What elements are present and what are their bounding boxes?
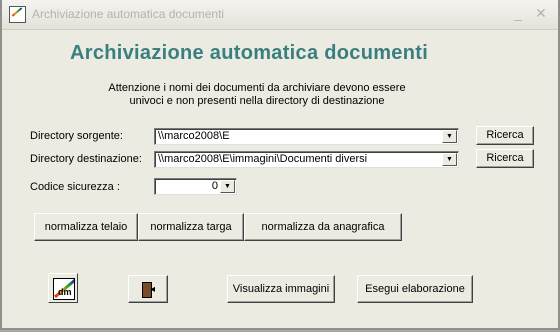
security-code-combo[interactable]: 0 ▼ bbox=[154, 178, 237, 195]
exit-button[interactable]: ◂ bbox=[128, 275, 168, 303]
security-code-label: Codice sicurezza : bbox=[30, 181, 120, 193]
search-source-button[interactable]: Ricerca bbox=[476, 126, 534, 145]
normalize-registry-label: normalizza da anagrafica bbox=[261, 221, 385, 233]
minimize-button[interactable]: _ bbox=[514, 5, 522, 21]
app-icon bbox=[9, 6, 26, 23]
close-button[interactable]: ✕ bbox=[535, 5, 547, 21]
search-source-label: Ricerca bbox=[486, 129, 524, 141]
destination-directory-combo[interactable]: \\marco2008\E\immagini\Documenti diversi… bbox=[154, 151, 459, 168]
run-processing-button[interactable]: Esegui elaborazione bbox=[357, 275, 473, 303]
search-destination-button[interactable]: Ricerca bbox=[476, 149, 534, 168]
dm-logo-icon: dm bbox=[53, 278, 75, 300]
source-directory-value: \\marco2008\E bbox=[158, 130, 230, 142]
normalize-plate-label: normalizza targa bbox=[150, 221, 232, 233]
normalize-frame-label: normalizza telaio bbox=[44, 221, 128, 233]
dm-logo-text: dm bbox=[58, 287, 72, 297]
notice-line-2: univoci e non presenti nella directory d… bbox=[129, 95, 385, 107]
page-title: Archiviazione automatica documenti bbox=[70, 42, 429, 64]
exit-door-icon: ◂ bbox=[142, 282, 156, 298]
notice-line-1: Attenzione i nomi dei documenti da archi… bbox=[108, 82, 406, 94]
view-images-button[interactable]: Visualizza immagini bbox=[227, 275, 335, 303]
chevron-down-icon[interactable]: ▼ bbox=[220, 180, 235, 193]
source-directory-combo[interactable]: \\marco2008\E ▼ bbox=[154, 128, 459, 145]
dm-logo-button[interactable]: dm bbox=[48, 273, 78, 303]
main-window: Archiviazione automatica documenti _ ✕ A… bbox=[0, 0, 560, 330]
source-directory-label: Directory sorgente: bbox=[30, 130, 123, 142]
view-images-label: Visualizza immagini bbox=[232, 283, 330, 295]
run-processing-label: Esegui elaborazione bbox=[365, 283, 465, 295]
destination-directory-value: \\marco2008\E\immagini\Documenti diversi bbox=[158, 153, 368, 165]
window-title: Archiviazione automatica documenti bbox=[32, 7, 225, 21]
search-destination-label: Ricerca bbox=[486, 152, 524, 164]
normalize-plate-button[interactable]: normalizza targa bbox=[138, 213, 244, 241]
normalize-frame-button[interactable]: normalizza telaio bbox=[34, 213, 138, 241]
normalize-registry-button[interactable]: normalizza da anagrafica bbox=[244, 213, 402, 241]
chevron-down-icon[interactable]: ▼ bbox=[442, 153, 457, 166]
security-code-value: 0 bbox=[211, 180, 218, 192]
title-bar: Archiviazione automatica documenti _ ✕ bbox=[2, 0, 558, 30]
notice-text: Attenzione i nomi dei documenti da archi… bbox=[92, 82, 422, 108]
destination-directory-label: Directory destinazione: bbox=[30, 153, 142, 165]
chevron-down-icon[interactable]: ▼ bbox=[442, 130, 457, 143]
